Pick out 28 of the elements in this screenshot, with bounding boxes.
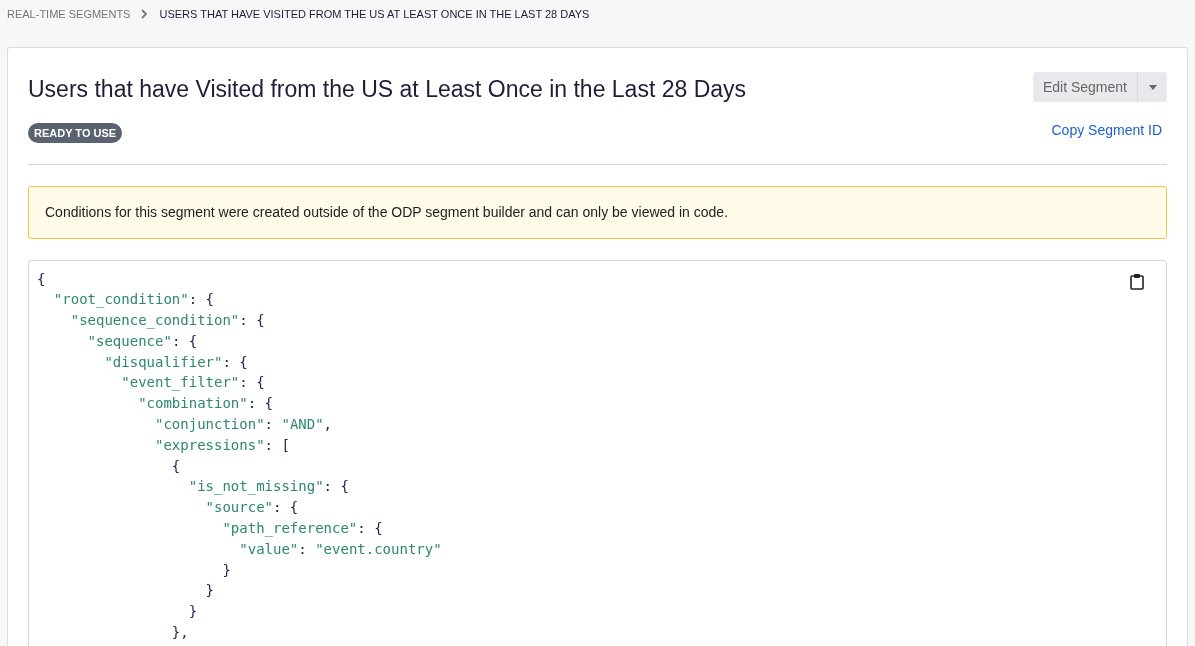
code-line: "combination": {	[137, 394, 274, 414]
breadcrumb-current: USERS THAT HAVE VISITED FROM THE US AT LEAST ONCE IN THE LAST 28 DAYS	[159, 6, 590, 22]
code-line: }	[221, 560, 231, 580]
code-line: "path_reference": {	[221, 519, 383, 539]
code-line: },	[170, 623, 189, 643]
notice-banner: Conditions for this segment were created outside of the ODP segment builder and can only be viewed in code.	[28, 185, 1167, 239]
chevron-icon	[141, 9, 149, 19]
code-line: {	[37, 269, 46, 289]
code-line: "source": {	[204, 498, 299, 518]
clipboard-icon[interactable]	[1130, 272, 1144, 290]
code-line: "sequence": {	[86, 331, 198, 351]
code-line: }	[204, 581, 214, 601]
copy-segment-id-link[interactable]: Copy Segment ID	[1051, 120, 1162, 141]
code-line: }	[187, 602, 198, 622]
code-line: "event_filter": {	[120, 373, 265, 393]
segment-title: Users that have Visited from the US at Least Once in the Last 28 Days	[28, 75, 747, 104]
breadcrumb-link[interactable]: REAL-TIME SEGMENTS	[7, 5, 131, 23]
code-line: {	[170, 456, 181, 476]
code-line: "conjunction": "AND",	[154, 415, 333, 435]
code-line: "root_condition": {	[52, 290, 214, 310]
caret-icon	[1148, 84, 1157, 90]
code-line: "expressions": [	[154, 435, 290, 455]
status-badge: READY TO USE	[28, 122, 123, 143]
edit-segment-button[interactable]: Edit Segment	[1032, 72, 1137, 102]
code-line: "is_not_missing": {	[187, 477, 349, 497]
code-line: "sequence_condition": {	[69, 311, 265, 331]
code-line: "value": "event.country"	[238, 539, 442, 559]
code-line: "disqualifier": {	[103, 352, 248, 372]
